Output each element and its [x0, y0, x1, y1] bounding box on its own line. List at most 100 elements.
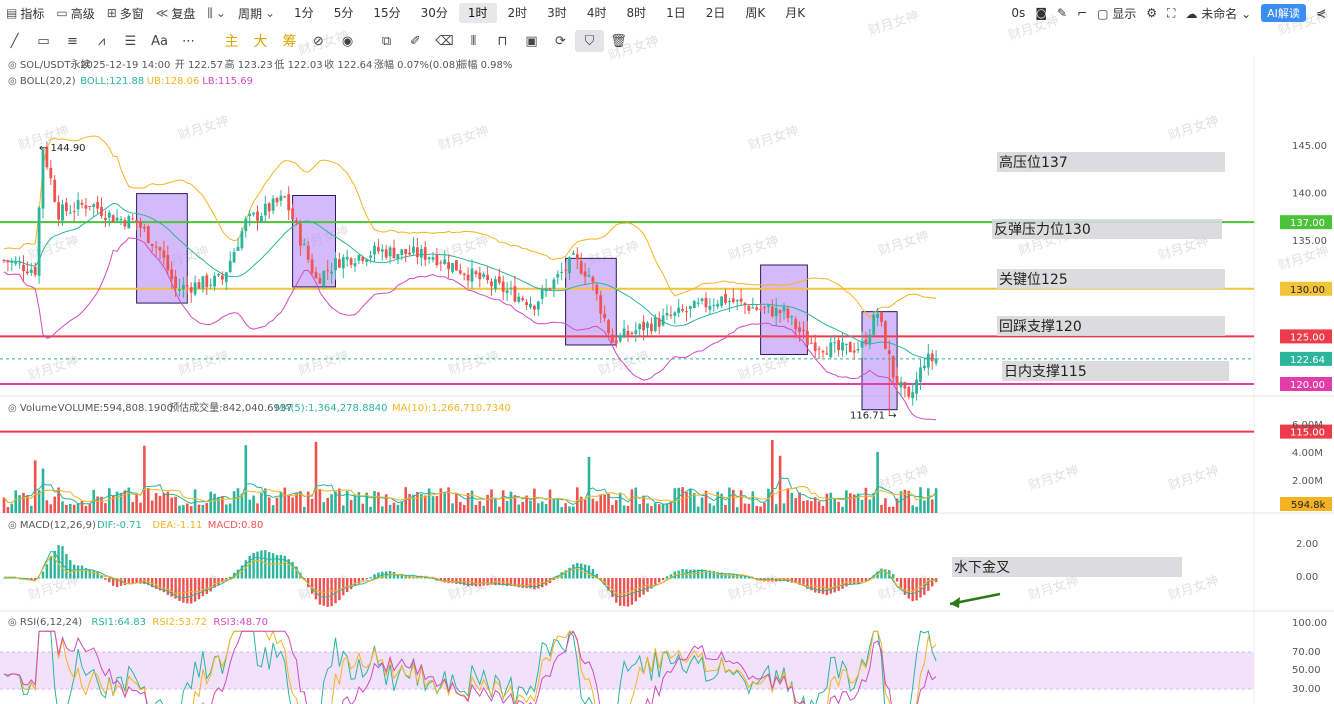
eye-icon[interactable]: ◉: [333, 30, 362, 52]
pencil-icon[interactable]: ✎: [1057, 6, 1067, 20]
advanced-button[interactable]: ▭ 高级: [50, 2, 100, 24]
display-button[interactable]: ▢ 显示: [1097, 5, 1136, 22]
candle-body: [361, 257, 365, 261]
volume-bar: [915, 506, 918, 513]
candle-body: [743, 303, 747, 306]
timeframe-11[interactable]: 周K: [736, 3, 774, 23]
toggle-icon[interactable]: ▣: [517, 30, 546, 52]
candle-body: [494, 279, 497, 289]
timeframe-0[interactable]: 1分: [285, 3, 323, 23]
timeframe-12[interactable]: 月K: [776, 3, 814, 23]
link-icon[interactable]: ⟳: [546, 30, 575, 52]
volume-bar: [568, 506, 571, 513]
timeframe-8[interactable]: 8时: [617, 3, 655, 23]
macd-bar: [814, 578, 817, 593]
high-label: 高 123.23: [225, 58, 273, 71]
more-tools-icon[interactable]: ⋯: [174, 30, 203, 52]
volume-bar: [564, 503, 567, 513]
volume-bar: [264, 488, 267, 513]
volume-name: ◎ Volume: [8, 403, 57, 414]
candle-body: [217, 274, 220, 276]
volume-bar: [267, 497, 271, 513]
timeframe-6[interactable]: 3时: [538, 3, 576, 23]
volume-bar: [338, 488, 341, 513]
volume-bar: [135, 494, 138, 513]
brush-icon[interactable]: ✐: [401, 30, 430, 52]
timeframe-2[interactable]: 15分: [364, 3, 409, 23]
eraser-icon[interactable]: ⌫: [430, 30, 459, 52]
timeframe-5[interactable]: 2时: [499, 3, 537, 23]
main-force-button[interactable]: 主: [217, 30, 246, 52]
fullscreen-icon[interactable]: ⛶: [1167, 6, 1175, 21]
chart-type-button[interactable]: ⫼ ⌄: [201, 2, 232, 24]
volume-bar: [80, 500, 84, 513]
candle-body: [603, 313, 606, 319]
candle-body: [49, 167, 53, 179]
period-button[interactable]: 周期 ⌄: [232, 2, 281, 24]
candle-body: [260, 216, 263, 222]
candle-body: [166, 255, 170, 271]
volume-bar: [431, 496, 435, 513]
fib-tool-icon[interactable]: ☰: [116, 30, 145, 52]
candle-body: [813, 342, 817, 352]
volume-bar: [10, 503, 14, 513]
candle-body: [447, 262, 450, 269]
camera-icon[interactable]: ◙: [1035, 6, 1047, 20]
cloud-save-button[interactable]: ☁ 未命名 ⌄: [1185, 5, 1251, 22]
chart-canvas[interactable]: 财月女神 财月女神财月女神财月女神财月女神财月女神财月女神 财月女神财月女神财月女神…: [0, 0, 1334, 704]
magnet-icon[interactable]: ⊘: [304, 30, 333, 52]
share-icon[interactable]: ⋞: [1316, 6, 1326, 20]
lock-icon[interactable]: ⊓: [488, 30, 517, 52]
filter-icon[interactable]: ⛉: [575, 30, 604, 52]
timeframe-10[interactable]: 2日: [697, 3, 735, 23]
volume-tick: 4.00M: [1292, 448, 1323, 459]
timeframe-3[interactable]: 30分: [412, 3, 457, 23]
timeframe-9[interactable]: 1日: [657, 3, 695, 23]
volume-bar: [260, 492, 263, 513]
amp-label: 振幅 0.98%: [457, 58, 512, 71]
volume-bar: [696, 506, 700, 513]
chip-button[interactable]: 筹: [275, 30, 304, 52]
rsi-name: ◎ RSI(6,12,24): [8, 617, 82, 628]
volume-bar: [197, 504, 201, 513]
macd-bar: [186, 578, 189, 604]
watermark-text: 财月女神: [1276, 243, 1330, 274]
candle-body: [197, 282, 201, 289]
candle-body: [923, 365, 926, 369]
trash-icon[interactable]: 🗑: [604, 30, 633, 52]
candle-body: [661, 315, 665, 326]
copy-icon[interactable]: ⧉: [372, 30, 401, 52]
candle-body: [899, 381, 903, 388]
bars-icon[interactable]: ⫴: [459, 30, 488, 52]
candle-body: [895, 375, 899, 386]
rsi-tick: 100.00: [1292, 618, 1327, 629]
crop-icon[interactable]: ⌐: [1077, 6, 1087, 20]
candle-body: [887, 350, 891, 355]
change-label: 涨幅 0.07%(0.08): [374, 58, 459, 71]
timeframe-1[interactable]: 5分: [325, 3, 363, 23]
big-order-button[interactable]: 大: [246, 30, 275, 52]
rectangle-tool-icon[interactable]: ▭: [29, 30, 58, 52]
indicator-button[interactable]: ▤ 指标: [0, 2, 50, 24]
parallel-lines-icon[interactable]: ≡: [58, 30, 87, 52]
line-tool-icon[interactable]: ╱: [0, 30, 29, 52]
timeframe-7[interactable]: 4时: [578, 3, 616, 23]
candle-body: [72, 211, 76, 213]
candle-body: [143, 226, 146, 229]
text-tool-icon[interactable]: Aa: [145, 30, 174, 52]
ai-button[interactable]: AI解读: [1261, 4, 1306, 22]
candle-body: [111, 215, 115, 223]
macd-bar: [73, 564, 76, 579]
volume-bar: [232, 491, 236, 513]
multi-window-button[interactable]: ⊞ 多窗: [101, 2, 150, 24]
candle-body: [525, 302, 528, 306]
timeframe-4[interactable]: 1时: [458, 3, 497, 23]
candle-body: [76, 200, 80, 210]
high-mark: ← 144.90: [39, 143, 86, 154]
candle-body: [568, 257, 571, 274]
gear-icon[interactable]: ⚙: [1146, 6, 1157, 20]
candle-body: [388, 247, 392, 257]
replay-button[interactable]: ≪ 复盘: [150, 2, 202, 24]
wave-tool-icon[interactable]: ⩘: [87, 30, 116, 52]
candle-body: [751, 307, 755, 309]
